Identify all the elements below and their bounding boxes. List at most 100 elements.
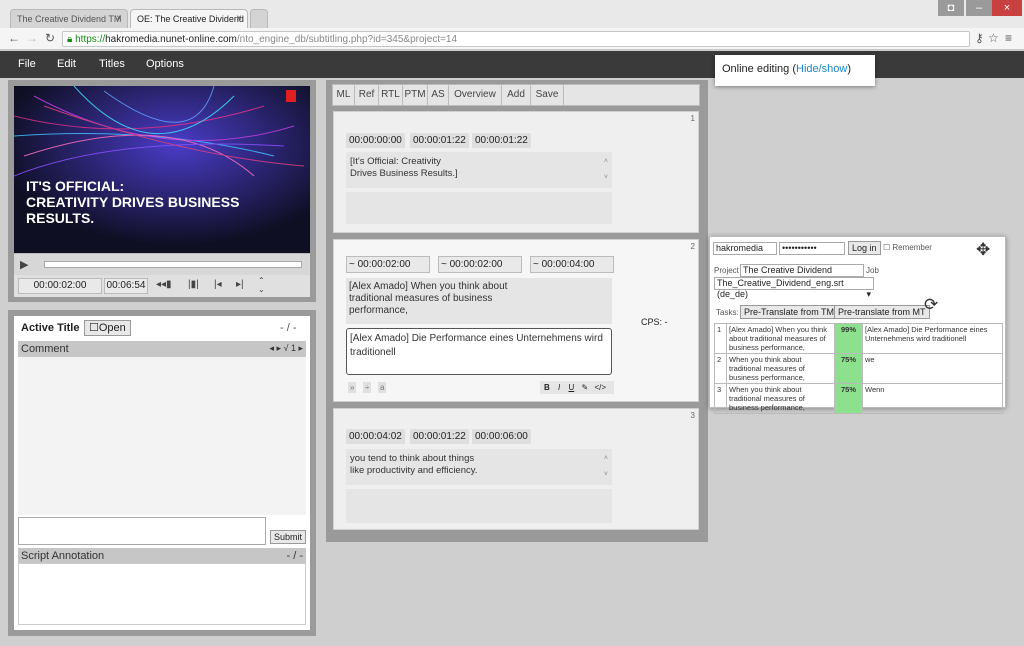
comment-input[interactable] bbox=[18, 517, 266, 545]
tab-as[interactable]: AS bbox=[428, 84, 449, 106]
total-time: 00:06:54 bbox=[104, 278, 148, 294]
menu-file[interactable]: File bbox=[18, 58, 36, 70]
tab-ref[interactable]: Ref bbox=[355, 84, 379, 106]
close-icon[interactable]: × bbox=[116, 13, 122, 24]
merge-icon[interactable]: » bbox=[348, 382, 357, 393]
duration-stepper[interactable]: ~ 00:00:04:00 bbox=[530, 256, 614, 273]
online-editing-popup: Online editing (Hide/show) bbox=[715, 55, 875, 86]
frame-icon[interactable]: |▮| bbox=[188, 279, 199, 290]
pretranslate-tm-button[interactable]: Pre-Translate from TM bbox=[740, 305, 839, 319]
forward-icon[interactable]: → bbox=[26, 31, 38, 45]
time-duration: 00:00:06:00 bbox=[472, 429, 531, 444]
open-button[interactable]: ☐Open bbox=[84, 320, 131, 336]
next-icon[interactable]: ▸| bbox=[236, 279, 244, 290]
menu-titles[interactable]: Titles bbox=[99, 58, 125, 70]
annotation-area[interactable] bbox=[18, 563, 306, 625]
login-button[interactable]: Log in bbox=[848, 241, 881, 255]
popup-tail: ) bbox=[847, 63, 852, 75]
browser-tab-1[interactable]: The Creative Dividend TM × bbox=[10, 9, 128, 28]
scroll-arrows-icon[interactable]: ˄ ˅ bbox=[604, 451, 608, 483]
reload-icon[interactable]: ↻ bbox=[45, 31, 55, 45]
current-time: 00:00:02:00 bbox=[18, 278, 102, 294]
comment-nav[interactable]: ◂ ▸ √ 1 ▸ bbox=[269, 343, 303, 354]
lock-icon: 🔒︎ bbox=[67, 34, 76, 45]
time-out: 00:00:01:22 bbox=[410, 133, 469, 148]
play-icon[interactable]: ▶ bbox=[20, 258, 28, 271]
underline-icon[interactable]: U bbox=[568, 383, 574, 392]
player-seekbar-row: ▶ bbox=[14, 253, 310, 275]
subtitle-card-1[interactable]: 1 00:00:00:00 00:00:01:22 00:00:01:22 [I… bbox=[333, 111, 699, 233]
source-text[interactable]: you tend to think about things like produ… bbox=[346, 449, 612, 485]
close-window-icon[interactable]: × bbox=[992, 0, 1022, 16]
back-icon[interactable]: ← bbox=[8, 31, 20, 45]
new-tab-button[interactable] bbox=[250, 9, 268, 28]
refresh-icon[interactable]: ⟳ bbox=[924, 295, 938, 315]
table-row[interactable]: 2 When you think about traditional measur… bbox=[714, 353, 1003, 384]
tab-ptm[interactable]: PTM bbox=[403, 84, 428, 106]
tab-rtl[interactable]: RTL bbox=[379, 84, 403, 106]
minimize-icon[interactable]: – bbox=[966, 0, 992, 16]
video-headline-2: CREATIVITY DRIVES BUSINESS RESULTS. bbox=[26, 194, 240, 226]
tab-save[interactable]: Save bbox=[531, 84, 564, 106]
tab-ml[interactable]: ML bbox=[333, 84, 355, 106]
video-artwork bbox=[14, 86, 310, 253]
style-icon[interactable]: a bbox=[378, 382, 387, 393]
video-frame[interactable]: IT'S OFFICIAL: CREATIVITY DRIVES BUSINES… bbox=[14, 86, 310, 253]
cps-label: CPS: - bbox=[641, 317, 668, 327]
password-input[interactable]: ••••••••••• bbox=[779, 242, 845, 255]
close-icon[interactable]: × bbox=[236, 13, 242, 24]
bold-icon[interactable]: B bbox=[544, 383, 550, 392]
comment-label: Comment bbox=[21, 343, 69, 355]
time-in-stepper[interactable]: ~ 00:00:02:00 bbox=[346, 256, 430, 273]
card-number: 1 bbox=[690, 114, 695, 123]
target-text-input[interactable]: [Alex Amado] Die Performance eines Unter… bbox=[346, 328, 612, 375]
code-icon[interactable]: </> bbox=[594, 383, 606, 392]
volume-stepper-icon[interactable]: ⌃ ⌄ bbox=[258, 276, 265, 294]
target-text-empty[interactable] bbox=[346, 489, 612, 523]
subtitle-card-3[interactable]: 3 00:00:04:02 00:00:01:22 00:00:06:00 yo… bbox=[333, 408, 699, 530]
key-icon[interactable]: ⚷ bbox=[975, 31, 984, 45]
tab-overview[interactable]: Overview bbox=[449, 84, 502, 106]
subtitle-card-2[interactable]: 2 ~ 00:00:02:00 ~ 00:00:02:00 ~ 00:00:04… bbox=[333, 239, 699, 402]
submit-button[interactable]: Submit bbox=[270, 530, 307, 544]
italic-icon[interactable]: I bbox=[558, 383, 560, 392]
tab-add[interactable]: Add bbox=[502, 84, 531, 106]
remember-checkbox[interactable]: ☐ Remember bbox=[883, 243, 932, 252]
eraser-icon[interactable]: ✎ bbox=[582, 383, 589, 392]
tasks-label: Tasks: bbox=[716, 308, 739, 317]
source-text[interactable]: [It's Official: Creativity Drives Busines… bbox=[346, 152, 612, 188]
scroll-arrows-icon[interactable]: ˄ ˅ bbox=[604, 154, 608, 186]
prev-icon[interactable]: |◂ bbox=[214, 279, 222, 290]
url-scheme: https:// bbox=[75, 34, 106, 45]
pretranslate-mt-button[interactable]: Pre-translate from MT bbox=[834, 305, 930, 319]
move-icon[interactable]: ✥ bbox=[976, 240, 990, 260]
target-text-empty[interactable] bbox=[346, 192, 612, 224]
source-text[interactable]: [Alex Amado] When you think about traditi… bbox=[346, 278, 612, 324]
user-icon[interactable]: ◘ bbox=[938, 0, 964, 16]
seek-bar[interactable] bbox=[44, 261, 302, 268]
browser-tab-2[interactable]: OE: The Creative Dividend × bbox=[130, 9, 248, 28]
annotation-bar: Script Annotation - / - bbox=[18, 548, 306, 563]
adobe-logo bbox=[286, 90, 296, 102]
project-select[interactable]: The Creative Dividend TM/TB▾ bbox=[740, 264, 864, 286]
menu-edit[interactable]: Edit bbox=[57, 58, 76, 70]
url-path: /nto_engine_db/subtitling.php?id=345&pro… bbox=[236, 34, 458, 45]
time-out-stepper[interactable]: ~ 00:00:02:00 bbox=[438, 256, 522, 273]
hide-show-link[interactable]: Hide/show bbox=[796, 63, 847, 75]
star-icon[interactable]: ☆ bbox=[988, 31, 999, 45]
format-toolbar: B I U ✎ </> bbox=[540, 381, 614, 394]
table-row[interactable]: 1 [Alex Amado] When you think about tradi… bbox=[714, 323, 1003, 354]
address-bar[interactable]: 🔒︎ https://hakromedia.nunet-online.com/n… bbox=[62, 31, 970, 47]
job-select[interactable]: The_Creative_Dividend_eng.srt (de_de) ▾ bbox=[714, 277, 874, 299]
menu-options[interactable]: Options bbox=[146, 58, 184, 70]
split-icon[interactable]: ÷ bbox=[363, 382, 372, 393]
project-label: Project bbox=[714, 266, 739, 275]
rewind-icon[interactable]: ◂◂▮ bbox=[156, 279, 172, 290]
title-nav: - / - bbox=[280, 322, 297, 334]
menu-icon[interactable]: ≡ bbox=[1005, 31, 1012, 45]
time-in: 00:00:04:02 bbox=[346, 429, 405, 444]
tm-widget: hakromedia ••••••••••• Log in ☐ Remember… bbox=[709, 236, 1006, 414]
username-input[interactable]: hakromedia bbox=[713, 242, 777, 255]
table-row[interactable]: 3 When you think about traditional measur… bbox=[714, 383, 1003, 414]
tab-label: The Creative Dividend TM bbox=[17, 14, 122, 24]
